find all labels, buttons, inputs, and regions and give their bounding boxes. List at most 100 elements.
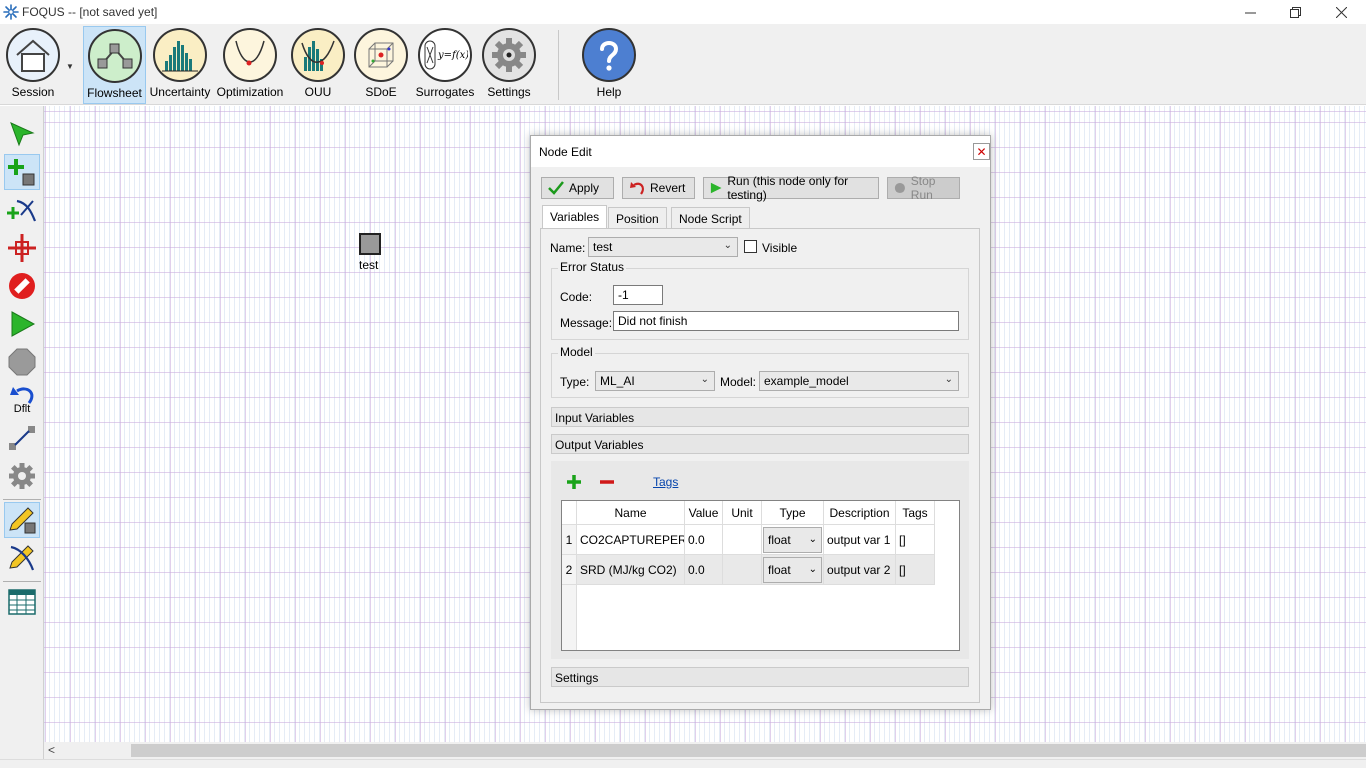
apply-button[interactable]: Apply [541, 177, 614, 199]
sdoe-cube-icon [354, 28, 408, 82]
add-node-icon [8, 159, 35, 186]
stop-circle-icon [894, 182, 905, 194]
add-variable-button[interactable] [565, 473, 583, 491]
dialog-title: Node Edit [539, 145, 592, 159]
column-header-unit[interactable]: Unit [723, 501, 762, 525]
row-index: 1 [562, 525, 577, 555]
column-header-type[interactable]: Type [762, 501, 824, 525]
remove-variable-button[interactable] [598, 473, 616, 491]
minimize-button[interactable] [1227, 0, 1273, 24]
model-select[interactable]: example_model ⌄ [759, 371, 959, 391]
tab-node-script[interactable]: Node Script [671, 207, 750, 228]
settings-button[interactable]: Settings [481, 26, 537, 104]
run-tool[interactable] [4, 306, 40, 342]
message-field[interactable]: Did not finish [613, 311, 959, 331]
column-header-value[interactable]: Value [685, 501, 723, 525]
name-label: Name: [550, 241, 586, 255]
input-variables-section[interactable]: Input Variables [551, 407, 969, 427]
session-dropdown-arrow-icon[interactable]: ▼ [66, 62, 74, 71]
ouu-button[interactable]: OUU [290, 26, 346, 104]
scrollbar-thumb[interactable] [131, 744, 1366, 757]
cell-name[interactable]: CO2CAPTUREPERC [577, 525, 685, 555]
column-header-tags[interactable]: Tags [896, 501, 935, 525]
output-variables-section[interactable]: Output Variables [551, 434, 969, 454]
settings-section[interactable]: Settings [551, 667, 969, 687]
data-table-tool[interactable] [4, 584, 40, 620]
model-type-select[interactable]: ML_AI ⌄ [595, 371, 715, 391]
node-edit-dialog: Node Edit ✕ Apply Revert Run (this node … [530, 135, 991, 710]
edit-node-tool[interactable] [4, 502, 40, 538]
scroll-left-icon[interactable]: < [48, 743, 55, 757]
visible-checkbox[interactable] [744, 240, 757, 253]
move-tool[interactable] [4, 230, 40, 266]
tags-link[interactable]: Tags [653, 475, 678, 489]
session-button[interactable]: Session [4, 26, 62, 104]
cell-tags[interactable]: [] [896, 525, 935, 555]
cell-description[interactable]: output var 2 [824, 555, 896, 585]
name-select[interactable]: test ⌄ [588, 237, 738, 257]
cell-value[interactable]: 0.0 [685, 525, 723, 555]
ouu-icon [291, 28, 345, 82]
pencil-edge-icon [9, 545, 35, 571]
house-icon [6, 28, 60, 82]
sdoe-label: SDoE [365, 85, 397, 99]
gear-icon [482, 28, 536, 82]
cell-unit[interactable] [723, 525, 762, 555]
revert-button[interactable]: Revert [622, 177, 695, 199]
code-field[interactable]: -1 [613, 285, 663, 305]
edit-edge-tool[interactable] [4, 540, 40, 576]
close-icon [1335, 6, 1347, 18]
dialog-close-button[interactable]: ✕ [973, 143, 990, 160]
tab-position[interactable]: Position [608, 207, 667, 228]
close-x-icon: ✕ [976, 144, 987, 159]
run-node-label: Run (this node only for testing) [727, 174, 849, 202]
message-label: Message: [560, 316, 613, 330]
tab-variables[interactable]: Variables [542, 205, 608, 229]
add-edge-tool[interactable] [4, 192, 40, 228]
cell-description[interactable]: output var 1 [824, 525, 896, 555]
select-tool[interactable] [4, 116, 40, 152]
output-variables-table: Name Value Unit Type Description Tags 1 … [561, 500, 960, 651]
sdoe-button[interactable]: SDoE [353, 26, 409, 104]
type-select[interactable]: float ⌄ [763, 527, 822, 553]
green-arrow-cursor-icon [10, 122, 35, 147]
edge-style-tool[interactable] [4, 420, 40, 456]
cell-tags[interactable]: [] [896, 555, 935, 585]
add-node-tool[interactable] [4, 154, 40, 190]
surrogates-label: Surrogates [415, 85, 475, 99]
stop-run-label: Stop Run [910, 174, 936, 202]
main-toolbar: Session ▼ Flowsheet Uncertainty Optimiza… [0, 24, 1366, 105]
uncertainty-button[interactable]: Uncertainty [149, 26, 211, 104]
surrogates-button[interactable]: y=f(x) Surrogates [415, 26, 475, 104]
model-value: example_model [764, 374, 849, 388]
column-header-description[interactable]: Description [824, 501, 896, 525]
run-node-button[interactable]: Run (this node only for testing) [703, 174, 879, 202]
column-header-name[interactable]: Name [577, 501, 685, 525]
cell-value[interactable]: 0.0 [685, 555, 723, 585]
help-button[interactable]: Help [580, 26, 638, 104]
chevron-down-icon: ⌄ [944, 374, 953, 385]
delete-tool[interactable] [4, 268, 40, 304]
chevron-down-icon: ⌄ [808, 534, 817, 545]
horizontal-scrollbar[interactable]: < [44, 742, 1366, 759]
model-label: Model: [720, 375, 757, 389]
close-window-button[interactable] [1318, 0, 1364, 24]
optimization-button[interactable]: Optimization [217, 26, 283, 104]
cell-unit[interactable] [723, 555, 762, 585]
restore-button[interactable] [1272, 0, 1318, 24]
flowsheet-button[interactable]: Flowsheet [83, 26, 146, 104]
type-label: Type: [560, 375, 590, 389]
type-select[interactable]: float ⌄ [763, 557, 822, 583]
session-label: Session [11, 85, 55, 99]
optimization-label: Optimization [216, 85, 284, 99]
default-tool[interactable]: Dflt [4, 382, 40, 418]
flowsheet-node[interactable] [359, 233, 381, 255]
flowsheet-icon [87, 29, 142, 83]
stop-run-button[interactable]: Stop Run [887, 174, 960, 202]
default-tool-label: Dflt [13, 403, 31, 415]
chevron-down-icon: ⌄ [723, 240, 732, 251]
checkmark-icon [548, 181, 564, 195]
cell-name[interactable]: SRD (MJ/kg CO2) [577, 555, 685, 585]
stop-tool[interactable] [4, 344, 40, 380]
node-settings-tool[interactable] [4, 458, 40, 494]
